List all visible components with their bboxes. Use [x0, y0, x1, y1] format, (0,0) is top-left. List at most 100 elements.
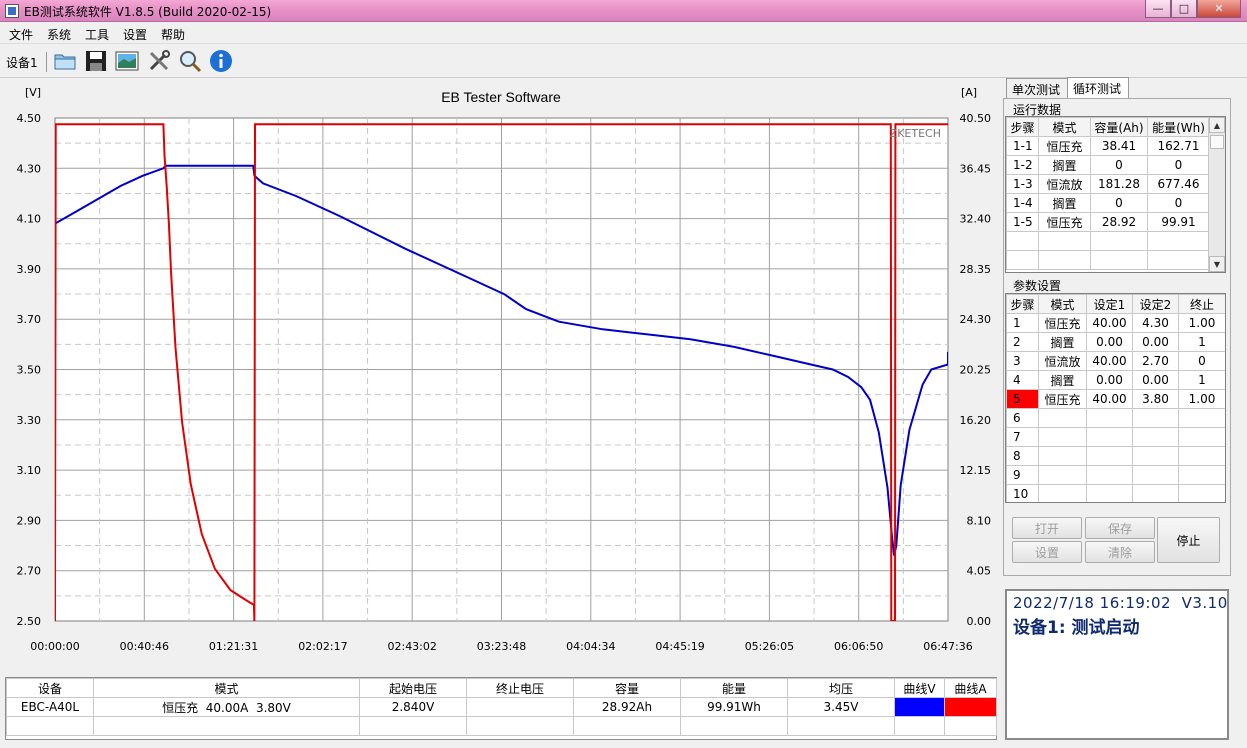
tools-button[interactable] — [146, 48, 172, 74]
run-data-row[interactable]: 1-4 搁置 0 0 — [1006, 193, 1210, 213]
save-file-button[interactable] — [83, 48, 109, 74]
col-end-voltage: 终止电压 — [466, 678, 574, 698]
maximize-button[interactable]: □ — [1171, 0, 1197, 18]
param-cell: 40.00 — [1086, 313, 1133, 333]
x-axis-tick: 06:47:36 — [923, 640, 972, 653]
param-cell — [1038, 446, 1087, 466]
title-bar[interactable]: EB测试系统软件 V1.8.5 (Build 2020-02-15) — □ ✕ — [0, 0, 1247, 22]
menu-file[interactable]: 文件 — [9, 26, 33, 43]
menu-system[interactable]: 系统 — [47, 26, 71, 43]
param-row[interactable]: 6 — [1006, 408, 1225, 428]
col-curve-a: 曲线A — [944, 678, 997, 698]
close-button[interactable]: ✕ — [1197, 0, 1241, 18]
end-voltage-value — [466, 697, 574, 717]
col-energy: 能量 — [680, 678, 788, 698]
param-row[interactable]: 3 恒流放 40.00 2.70 0 — [1006, 351, 1225, 371]
param-row[interactable]: 7 — [1006, 427, 1225, 447]
status-message: 设备1: 测试启动 — [1013, 618, 1140, 638]
save-button[interactable]: 保存 — [1085, 517, 1155, 539]
x-axis-tick: 01:21:31 — [209, 640, 258, 653]
right-axis-tick: 16.20 — [960, 414, 992, 427]
params-grid[interactable]: 步骤 模式 设定1 设定2 终止 1 恒压充 40.00 4.30 1.00 2 搁置 0.0… — [1005, 293, 1226, 503]
menu-settings[interactable]: 设置 — [123, 26, 147, 43]
scroll-up-button[interactable]: ▲ — [1209, 117, 1225, 133]
param-cell: 40.00 — [1086, 389, 1133, 409]
open-file-button[interactable] — [52, 48, 78, 74]
toolbar-separator — [46, 52, 47, 72]
left-axis-tick: 3.50 — [17, 364, 42, 377]
param-cell: 搁置 — [1038, 370, 1087, 390]
scroll-down-button[interactable]: ▼ — [1209, 256, 1225, 272]
menu-help[interactable]: 帮助 — [161, 26, 185, 43]
param-cell — [1086, 484, 1133, 502]
status-datetime-version: 2022/7/18 16:19:02 V3.10 — [1013, 594, 1228, 612]
param-row[interactable]: 8 — [1006, 446, 1225, 466]
device-tab[interactable]: 设备1 — [6, 54, 38, 71]
param-col-set2: 设定2 — [1132, 294, 1179, 314]
clear-button[interactable]: 清除 — [1085, 541, 1155, 563]
run-data-cell: 0 — [1147, 193, 1210, 213]
param-row[interactable]: 1 恒压充 40.00 4.30 1.00 — [1006, 313, 1225, 333]
left-axis-tick: 3.30 — [17, 414, 42, 427]
param-cell: 6 — [1006, 408, 1039, 428]
left-axis-tick: 3.70 — [17, 313, 42, 326]
x-axis-tick: 00:40:46 — [120, 640, 169, 653]
param-col-mode: 模式 — [1038, 294, 1087, 314]
param-row[interactable]: 4 搁置 0.00 0.00 1 — [1006, 370, 1225, 390]
param-cell: 40.00 — [1086, 351, 1133, 371]
param-cell: 2 — [1006, 332, 1039, 352]
run-data-row[interactable]: 1-1 恒压充 38.41 162.71 — [1006, 136, 1210, 156]
run-data-cell: 162.71 — [1147, 136, 1210, 156]
menu-tools[interactable]: 工具 — [85, 26, 109, 43]
scroll-thumb[interactable] — [1210, 135, 1224, 149]
right-axis-tick: 20.25 — [960, 364, 992, 377]
tab-cycle-test[interactable]: 循环测试 — [1067, 77, 1129, 98]
run-data-row[interactable]: 1-5 恒压充 28.92 99.91 — [1006, 212, 1210, 232]
magnifier-icon — [180, 51, 202, 73]
param-cell — [1038, 408, 1087, 428]
watermark: ZKETECH — [890, 127, 941, 140]
run-data-cell: 恒流放 — [1038, 174, 1091, 194]
tab-single-test[interactable]: 单次测试 — [1006, 78, 1068, 98]
param-cell — [1178, 408, 1225, 428]
run-data-scrollbar[interactable]: ▲ ▼ — [1208, 117, 1225, 272]
curve-a-color-swatch[interactable] — [944, 697, 997, 717]
stop-button[interactable]: 停止 — [1157, 517, 1220, 563]
summary-header-row: 设备 模式 起始电压 终止电压 容量 能量 均压 曲线V 曲线A — [6, 678, 997, 698]
param-cell — [1086, 408, 1133, 428]
run-data-empty-row — [1006, 231, 1210, 251]
param-cell: 3 — [1006, 351, 1039, 371]
search-button[interactable] — [177, 48, 203, 74]
param-cell — [1178, 465, 1225, 485]
param-row[interactable]: 10 — [1006, 484, 1225, 502]
chart-title: EB Tester Software — [441, 89, 561, 105]
run-data-row[interactable]: 1-2 搁置 0 0 — [1006, 155, 1210, 175]
x-axis-tick: 04:45:19 — [655, 640, 704, 653]
run-data-cell: 1-1 — [1006, 136, 1039, 156]
param-cell — [1178, 446, 1225, 466]
run-data-grid[interactable]: 步骤 模式 容量(Ah) 能量(Wh) 1-1 恒压充 38.41 162.71 1-2… — [1005, 116, 1226, 273]
run-data-cell: 1-5 — [1006, 212, 1039, 232]
param-cell: 9 — [1006, 465, 1039, 485]
param-cell: 2.70 — [1132, 351, 1179, 371]
settings-button[interactable]: 设置 — [1012, 541, 1082, 563]
start-voltage-value: 2.840V — [359, 697, 467, 717]
curve-v-color-swatch[interactable] — [894, 697, 945, 717]
x-axis-tick: 04:04:34 — [566, 640, 615, 653]
image-export-button[interactable] — [114, 48, 140, 74]
summary-data-row[interactable]: EBC-A40L 恒压充 40.00A 3.80V 2.840V 28.92Ah… — [6, 697, 997, 717]
param-row[interactable]: 9 — [1006, 465, 1225, 485]
arrow-down-icon: ▼ — [1213, 259, 1221, 269]
left-axis-tick: 4.10 — [17, 213, 42, 226]
run-data-row[interactable]: 1-3 恒流放 181.28 677.46 — [1006, 174, 1210, 194]
device-value: EBC-A40L — [6, 697, 94, 717]
left-axis-tick: 2.70 — [17, 565, 42, 578]
about-button[interactable] — [208, 48, 234, 74]
param-row[interactable]: 2 搁置 0.00 0.00 1 — [1006, 332, 1225, 352]
param-col-cutoff: 终止 — [1178, 294, 1225, 314]
open-button[interactable]: 打开 — [1012, 517, 1082, 539]
param-row[interactable]: 5 恒压充 40.00 3.80 1.00 — [1006, 389, 1225, 409]
left-axis-tick: 4.50 — [17, 112, 42, 125]
param-cell: 0 — [1178, 351, 1225, 371]
minimize-button[interactable]: — — [1145, 0, 1171, 18]
